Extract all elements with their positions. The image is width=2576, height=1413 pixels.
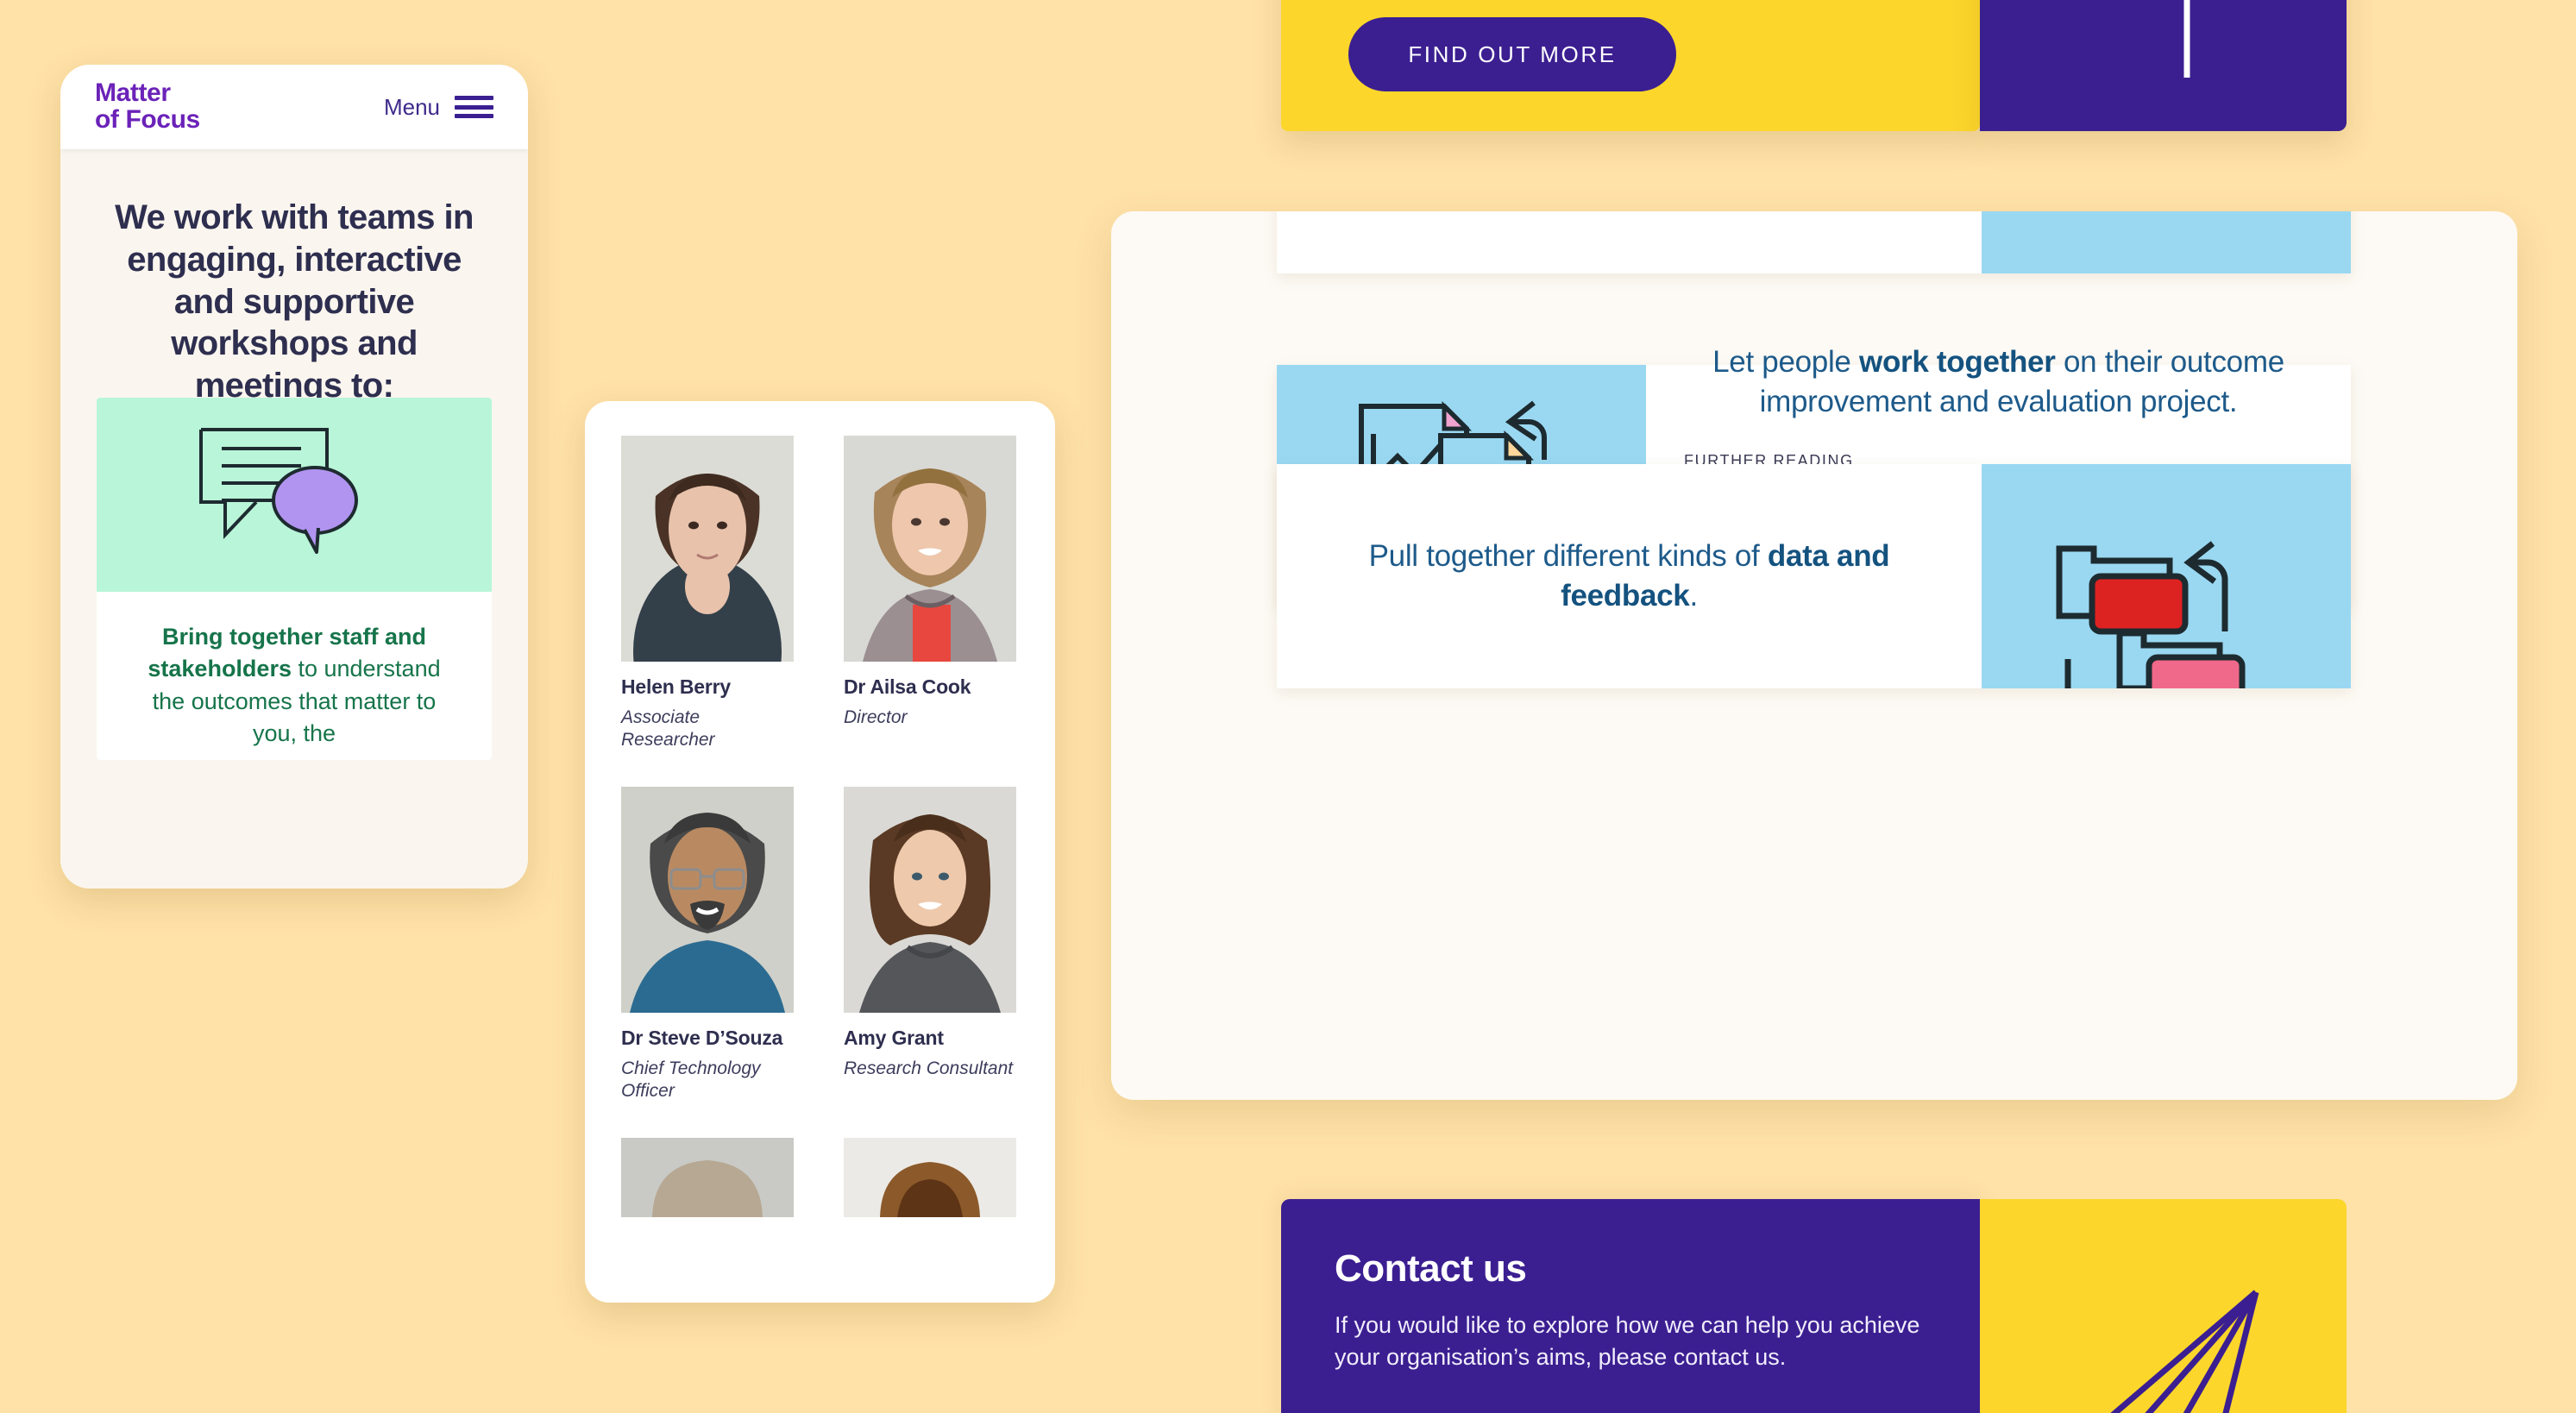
panel-copy: Pull together different kinds of data an…: [1277, 464, 1982, 688]
team-member[interactable]: [621, 1137, 794, 1231]
team-card: Helen Berry Associate Researcher Dr Ails…: [585, 401, 1055, 1303]
contact-title: Contact us: [1335, 1247, 1527, 1290]
headline-bold: work together: [1859, 345, 2056, 380]
team-member-role: Chief Technology Officer: [621, 1058, 761, 1102]
paper-plane-icon: [2110, 1290, 2259, 1413]
team-member[interactable]: Dr Steve D’Souza Chief Technology Office…: [621, 786, 794, 1103]
find-out-more-button[interactable]: FIND OUT MORE: [1348, 17, 1676, 91]
team-member-role: Director: [844, 707, 908, 727]
site-logo[interactable]: Matter of Focus: [95, 80, 200, 133]
panel-headline: Pull together different kinds of data an…: [1315, 537, 1944, 616]
logo-line-2: of Focus: [95, 105, 200, 134]
team-member[interactable]: Amy Grant Research Consultant: [844, 786, 1016, 1103]
contact-panel: Contact us If you would like to explore …: [1281, 1199, 1980, 1413]
team-grid: Helen Berry Associate Researcher Dr Ails…: [585, 401, 1055, 1231]
team-member-role: Research Consultant: [844, 1058, 1014, 1078]
avatar: [621, 436, 794, 662]
headline-prefix: Pull together different kinds of: [1368, 538, 1768, 573]
folders-data-icon: [2056, 541, 2246, 688]
team-member-name: Helen Berry: [621, 675, 731, 698]
top-cta-strip: FIND OUT MORE: [1281, 0, 1980, 131]
phone-viewport: We work with teams in engaging, interact…: [60, 149, 528, 889]
panel-media: [1982, 211, 2351, 273]
team-member-role: Associate Researcher: [621, 707, 715, 750]
content-panel-top[interactable]: [1277, 211, 2351, 273]
avatar: [844, 436, 1016, 662]
headline-prefix: Let people: [1712, 345, 1860, 380]
panel-headline: Let people work together on their outcom…: [1684, 342, 2313, 422]
feature-card-text: Bring together staff and stakeholders to…: [97, 592, 492, 750]
team-member-name: Amy Grant: [844, 1026, 944, 1049]
team-member[interactable]: Dr Ailsa Cook Director: [844, 436, 1016, 752]
page-title: We work with teams in engaging, interact…: [115, 198, 474, 405]
panel-media: [1982, 464, 2351, 688]
headline-suffix: .: [1689, 579, 1698, 612]
team-member-name: Dr Ailsa Cook: [844, 675, 971, 698]
avatar: [844, 1137, 1016, 1217]
top-purple-illustration-panel: [1980, 0, 2347, 131]
phone-header: Matter of Focus Menu: [60, 65, 528, 149]
logo-line-1: Matter: [95, 78, 171, 108]
team-member[interactable]: [844, 1137, 1016, 1231]
partial-illustration-icon: [1982, 211, 2351, 273]
team-member[interactable]: Helen Berry Associate Researcher: [621, 436, 794, 752]
menu-button[interactable]: Menu: [384, 94, 493, 121]
contact-body: If you would like to explore how we can …: [1335, 1312, 1920, 1371]
contact-illustration-panel: [1980, 1199, 2347, 1413]
menu-label: Menu: [383, 93, 440, 120]
screenshot-canvas: Matter of Focus Menu We work with teams …: [0, 0, 2576, 1413]
browser-preview-card: Let people work together on their outcom…: [1111, 211, 2517, 1100]
team-member-name: Dr Steve D’Souza: [621, 1026, 783, 1049]
speech-bubbles-icon: [199, 427, 358, 554]
feature-card-media: [97, 398, 492, 592]
avatar: [621, 1137, 794, 1217]
phone-mockup: Matter of Focus Menu We work with teams …: [60, 65, 528, 889]
panel-copy: [1277, 211, 1982, 273]
outline-diagram-icon: [2183, 0, 2190, 78]
avatar: [844, 786, 1016, 1013]
avatar: [621, 786, 794, 1013]
feature-card[interactable]: Bring together staff and stakeholders to…: [97, 398, 492, 760]
content-panel-data-feedback[interactable]: Pull together different kinds of data an…: [1277, 464, 2351, 688]
hamburger-icon[interactable]: [455, 96, 493, 118]
